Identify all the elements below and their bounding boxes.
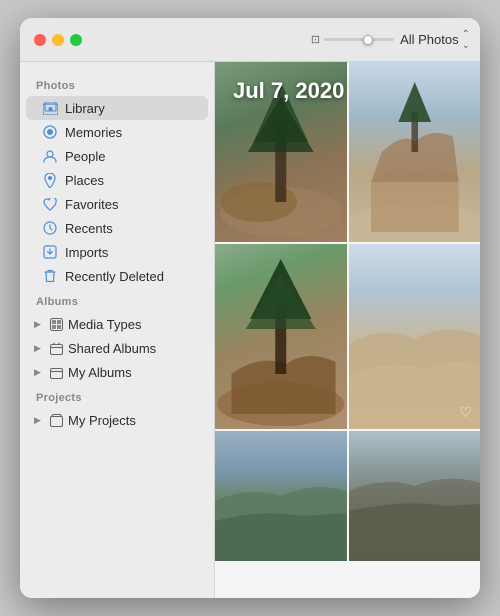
favorites-icon bbox=[42, 196, 58, 212]
people-icon bbox=[42, 148, 58, 164]
photos-window: ⊡ All Photos ⌃⌄ Photos bbox=[20, 18, 480, 598]
sidebar-item-places[interactable]: Places bbox=[26, 168, 208, 192]
places-label: Places bbox=[65, 173, 104, 188]
my-projects-label: My Projects bbox=[68, 413, 136, 428]
maximize-button[interactable] bbox=[70, 34, 82, 46]
photo-grid: ♡ bbox=[215, 62, 480, 598]
favorite-heart-icon: ♡ bbox=[459, 404, 472, 421]
zoom-slider-container: ⊡ bbox=[311, 33, 394, 46]
photo-cell-6[interactable] bbox=[349, 431, 481, 561]
library-label: Library bbox=[65, 101, 105, 116]
all-photos-select[interactable]: All Photos ⌃⌄ bbox=[400, 29, 470, 51]
photo-cell-5[interactable] bbox=[215, 431, 347, 561]
slider-thumb[interactable] bbox=[363, 35, 373, 45]
zoom-slider[interactable] bbox=[324, 38, 394, 41]
sidebar-item-recently-deleted[interactable]: Recently Deleted bbox=[26, 264, 208, 288]
sidebar-item-library[interactable]: Library bbox=[26, 96, 208, 120]
sidebar-item-media-types[interactable]: ▶ Media Types bbox=[26, 312, 208, 336]
section-projects-label: Projects bbox=[20, 384, 214, 408]
my-albums-icon bbox=[48, 364, 64, 380]
sidebar-item-recents[interactable]: Recents bbox=[26, 216, 208, 240]
chevron-updown-icon: ⌃⌄ bbox=[462, 29, 470, 51]
sidebar-item-shared-albums[interactable]: ▶ Shared Albums bbox=[26, 336, 208, 360]
photo-area: Jul 7, 2020 bbox=[215, 62, 480, 598]
main-content: Photos Library M bbox=[20, 62, 480, 598]
photo-cell-3[interactable] bbox=[215, 244, 347, 429]
sidebar-item-favorites[interactable]: Favorites bbox=[26, 192, 208, 216]
minimize-button[interactable] bbox=[52, 34, 64, 46]
shared-albums-label: Shared Albums bbox=[68, 341, 156, 356]
arrow-right-icon-2: ▶ bbox=[34, 343, 44, 354]
photo-cell-2[interactable] bbox=[349, 62, 481, 242]
section-albums-label: Albums bbox=[20, 288, 214, 312]
arrow-right-icon: ▶ bbox=[34, 319, 44, 330]
close-button[interactable] bbox=[34, 34, 46, 46]
shared-albums-icon bbox=[48, 340, 64, 356]
imports-label: Imports bbox=[65, 245, 108, 260]
traffic-lights bbox=[34, 34, 82, 46]
my-albums-label: My Albums bbox=[68, 365, 132, 380]
sidebar: Photos Library M bbox=[20, 62, 215, 598]
sidebar-item-my-projects[interactable]: ▶ My Projects bbox=[26, 408, 208, 432]
media-types-label: Media Types bbox=[68, 317, 141, 332]
view-icon: ⊡ bbox=[311, 33, 320, 46]
memories-label: Memories bbox=[65, 125, 122, 140]
recently-deleted-label: Recently Deleted bbox=[65, 269, 164, 284]
sidebar-item-my-albums[interactable]: ▶ My Albums bbox=[26, 360, 208, 384]
imports-icon bbox=[42, 244, 58, 260]
date-label: Jul 7, 2020 bbox=[233, 78, 344, 104]
all-photos-label: All Photos bbox=[400, 32, 459, 47]
sidebar-item-memories[interactable]: Memories bbox=[26, 120, 208, 144]
arrow-right-icon-4: ▶ bbox=[34, 415, 44, 426]
section-photos-label: Photos bbox=[20, 72, 214, 96]
favorites-label: Favorites bbox=[65, 197, 118, 212]
memories-icon bbox=[42, 124, 58, 140]
titlebar: ⊡ All Photos ⌃⌄ bbox=[20, 18, 480, 62]
arrow-right-icon-3: ▶ bbox=[34, 367, 44, 378]
sidebar-item-people[interactable]: People bbox=[26, 144, 208, 168]
media-types-icon bbox=[48, 316, 64, 332]
recents-icon bbox=[42, 220, 58, 236]
photo-cell-4[interactable]: ♡ bbox=[349, 244, 481, 429]
sidebar-item-imports[interactable]: Imports bbox=[26, 240, 208, 264]
places-icon bbox=[42, 172, 58, 188]
recents-label: Recents bbox=[65, 221, 113, 236]
recently-deleted-icon bbox=[42, 268, 58, 284]
people-label: People bbox=[65, 149, 105, 164]
library-icon bbox=[42, 100, 58, 116]
my-projects-icon bbox=[48, 412, 64, 428]
